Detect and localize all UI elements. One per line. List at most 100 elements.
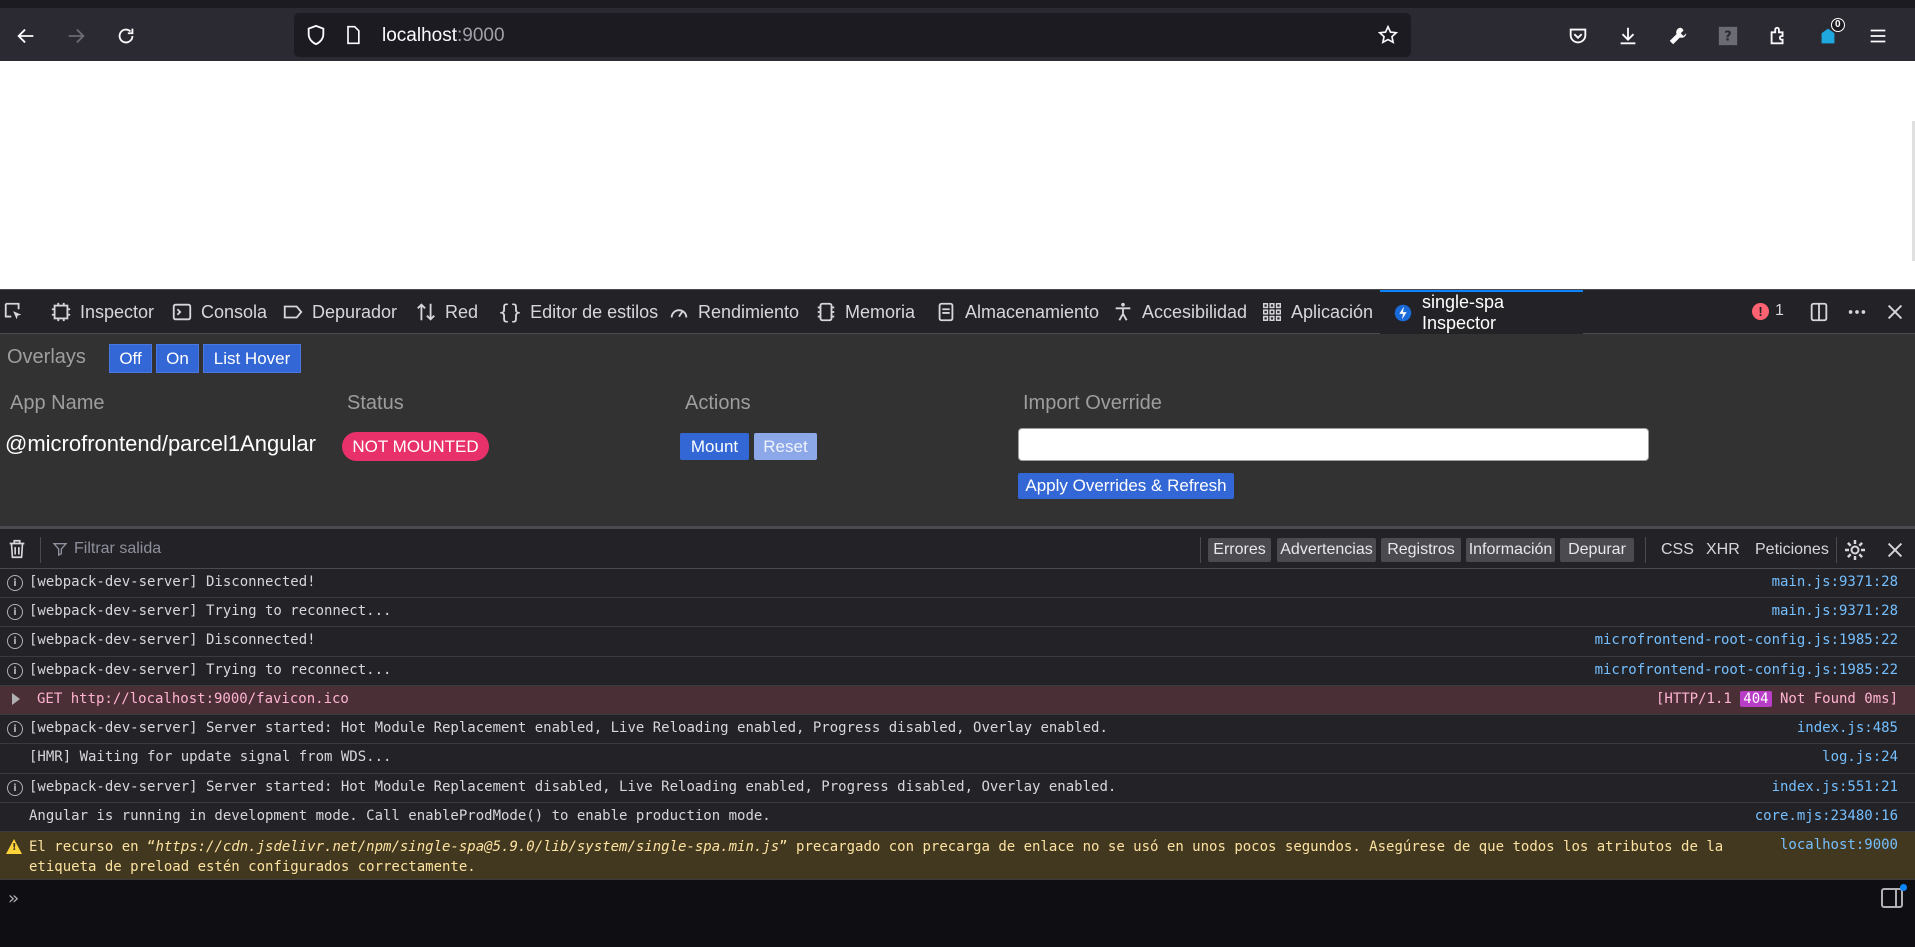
close-devtools-icon[interactable] — [1884, 290, 1906, 334]
expand-arrow-icon[interactable] — [12, 693, 20, 705]
single-spa-icon — [1394, 304, 1412, 322]
log-message: [webpack-dev-server] Trying to reconnect… — [29, 662, 392, 678]
bookmark-star-icon[interactable] — [1377, 24, 1399, 46]
column-actions: Actions — [685, 392, 751, 414]
log-row: Angular is running in development mode. … — [0, 803, 1915, 832]
tab-network[interactable]: Red — [415, 290, 478, 334]
mount-button[interactable]: Mount — [680, 433, 749, 460]
console-settings-gear-icon[interactable] — [1843, 538, 1867, 567]
reset-button[interactable]: Reset — [754, 433, 817, 460]
import-override-input[interactable] — [1018, 428, 1649, 461]
tab-console[interactable]: Consola — [171, 290, 267, 334]
column-import-override: Import Override — [1023, 392, 1162, 414]
help-extension-icon[interactable]: ? — [1712, 20, 1744, 52]
downloads-icon[interactable] — [1612, 20, 1644, 52]
pocket-icon[interactable] — [1562, 20, 1594, 52]
column-status: Status — [347, 392, 404, 414]
accessibility-icon — [1115, 302, 1131, 321]
log-source-link[interactable]: microfrontend-root-config.js:1985:22 — [1595, 632, 1898, 648]
log-source-link[interactable]: localhost:9000 — [1780, 837, 1898, 853]
log-row-network-error[interactable]: GET http://localhost:9000/favicon.ico [H… — [0, 686, 1915, 715]
overlay-on-button[interactable]: On — [156, 344, 199, 373]
tab-inspector[interactable]: Inspector — [50, 290, 154, 334]
tab-storage[interactable]: Almacenamiento — [935, 290, 1099, 334]
overlay-off-button[interactable]: Off — [109, 344, 152, 373]
log-message: [webpack-dev-server] Trying to reconnect… — [29, 603, 392, 619]
log-source-link[interactable]: index.js:551:21 — [1772, 779, 1898, 795]
level-logs[interactable]: Registros — [1381, 538, 1461, 562]
error-icon: ! — [1752, 302, 1769, 320]
storage-icon — [938, 302, 954, 322]
application-icon — [1263, 303, 1281, 321]
console-input[interactable]: » — [0, 880, 1915, 947]
dock-side-icon[interactable] — [1808, 290, 1830, 334]
tab-accessibility-label: Accesibilidad — [1142, 301, 1248, 322]
info-icon: i — [7, 780, 23, 796]
tab-single-spa-inspector[interactable]: single-spa Inspector — [1380, 290, 1583, 334]
url-text[interactable]: localhost:9000 — [382, 25, 505, 47]
tab-style-editor[interactable]: {} Editor de estilos — [498, 290, 658, 334]
log-row: i [webpack-dev-server] Disconnected! mic… — [0, 627, 1915, 657]
single-spa-extension-icon[interactable]: 0 — [1812, 18, 1845, 52]
shield-icon[interactable] — [305, 24, 327, 46]
memory-icon — [817, 302, 835, 322]
extension-badge: 0 — [1831, 18, 1845, 32]
wrench-icon[interactable] — [1662, 20, 1694, 52]
overlay-list-hover-button[interactable]: List Hover — [203, 344, 301, 373]
tab-application[interactable]: Aplicación — [1261, 290, 1373, 334]
filter-requests[interactable]: Peticiones — [1755, 541, 1829, 559]
page-icon[interactable] — [342, 24, 364, 46]
apply-overrides-button[interactable]: Apply Overrides & Refresh — [1018, 473, 1234, 499]
log-message: [webpack-dev-server] Server started: Hot… — [29, 720, 1108, 736]
tab-performance[interactable]: Rendimiento — [668, 290, 799, 334]
more-options-icon[interactable] — [1846, 290, 1868, 334]
level-debug[interactable]: Depurar — [1560, 538, 1634, 562]
level-errors[interactable]: Errores — [1208, 538, 1271, 562]
app-name: @microfrontend/parcel1Angular — [5, 431, 316, 456]
svg-text:?: ? — [1724, 30, 1731, 45]
level-info[interactable]: Información — [1466, 538, 1555, 562]
inspector-icon — [51, 302, 71, 322]
level-warnings[interactable]: Advertencias — [1277, 538, 1376, 562]
log-row-warning: ! El recurso en “https://cdn.jsdelivr.ne… — [0, 832, 1915, 880]
reload-icon[interactable] — [110, 20, 142, 52]
page-viewport — [0, 61, 1915, 289]
log-http-status: [HTTP/1.1 404 Not Found 0ms] — [1655, 691, 1898, 707]
filter-placeholder: Filtrar salida — [74, 540, 162, 557]
log-message: [webpack-dev-server] Disconnected! — [29, 574, 316, 590]
info-icon: i — [7, 721, 23, 737]
log-message: Angular is running in development mode. … — [29, 808, 771, 824]
tab-accessibility[interactable]: Accesibilidad — [1112, 290, 1247, 334]
log-row: i [webpack-dev-server] Server started: H… — [0, 715, 1915, 744]
log-source-link[interactable]: core.mjs:23480:16 — [1755, 808, 1898, 824]
log-source-link[interactable]: index.js:485 — [1797, 720, 1898, 736]
toggle-editor-icon[interactable] — [1881, 888, 1903, 908]
tab-console-label: Consola — [201, 301, 268, 322]
log-source-link[interactable]: log.js:24 — [1822, 749, 1898, 765]
extensions-icon[interactable] — [1762, 20, 1794, 52]
element-picker-icon[interactable] — [3, 290, 25, 334]
log-source-link[interactable]: main.js:9371:28 — [1772, 574, 1898, 590]
filter-output-input[interactable]: Filtrar salida — [52, 540, 161, 558]
devtools-tab-bar: Inspector Consola Depurador Red {} Edito… — [0, 289, 1915, 334]
log-row: i [webpack-dev-server] Trying to reconne… — [0, 657, 1915, 686]
filter-xhr[interactable]: XHR — [1706, 541, 1740, 559]
url-bar[interactable]: localhost:9000 — [294, 13, 1411, 57]
error-count[interactable]: ! 1 — [1752, 302, 1784, 320]
warning-icon: ! — [6, 839, 22, 854]
back-icon[interactable] — [10, 20, 42, 52]
tab-memory[interactable]: Memoria — [815, 290, 915, 334]
log-row: [HMR] Waiting for update signal from WDS… — [0, 744, 1915, 774]
menu-icon[interactable] — [1862, 20, 1894, 52]
trash-icon[interactable] — [6, 537, 28, 566]
log-message: [HMR] Waiting for update signal from WDS… — [29, 749, 392, 765]
forward-icon[interactable] — [60, 20, 92, 52]
network-icon — [417, 303, 435, 321]
filter-css[interactable]: CSS — [1661, 541, 1694, 559]
tab-single-spa-label: single-spa Inspector — [1421, 292, 1505, 333]
warning-message: El recurso en “https://cdn.jsdelivr.net/… — [29, 839, 1724, 875]
log-source-link[interactable]: main.js:9371:28 — [1772, 603, 1898, 619]
close-console-icon[interactable] — [1884, 539, 1906, 566]
tab-debugger[interactable]: Depurador — [282, 290, 397, 334]
log-source-link[interactable]: microfrontend-root-config.js:1985:22 — [1595, 662, 1898, 678]
